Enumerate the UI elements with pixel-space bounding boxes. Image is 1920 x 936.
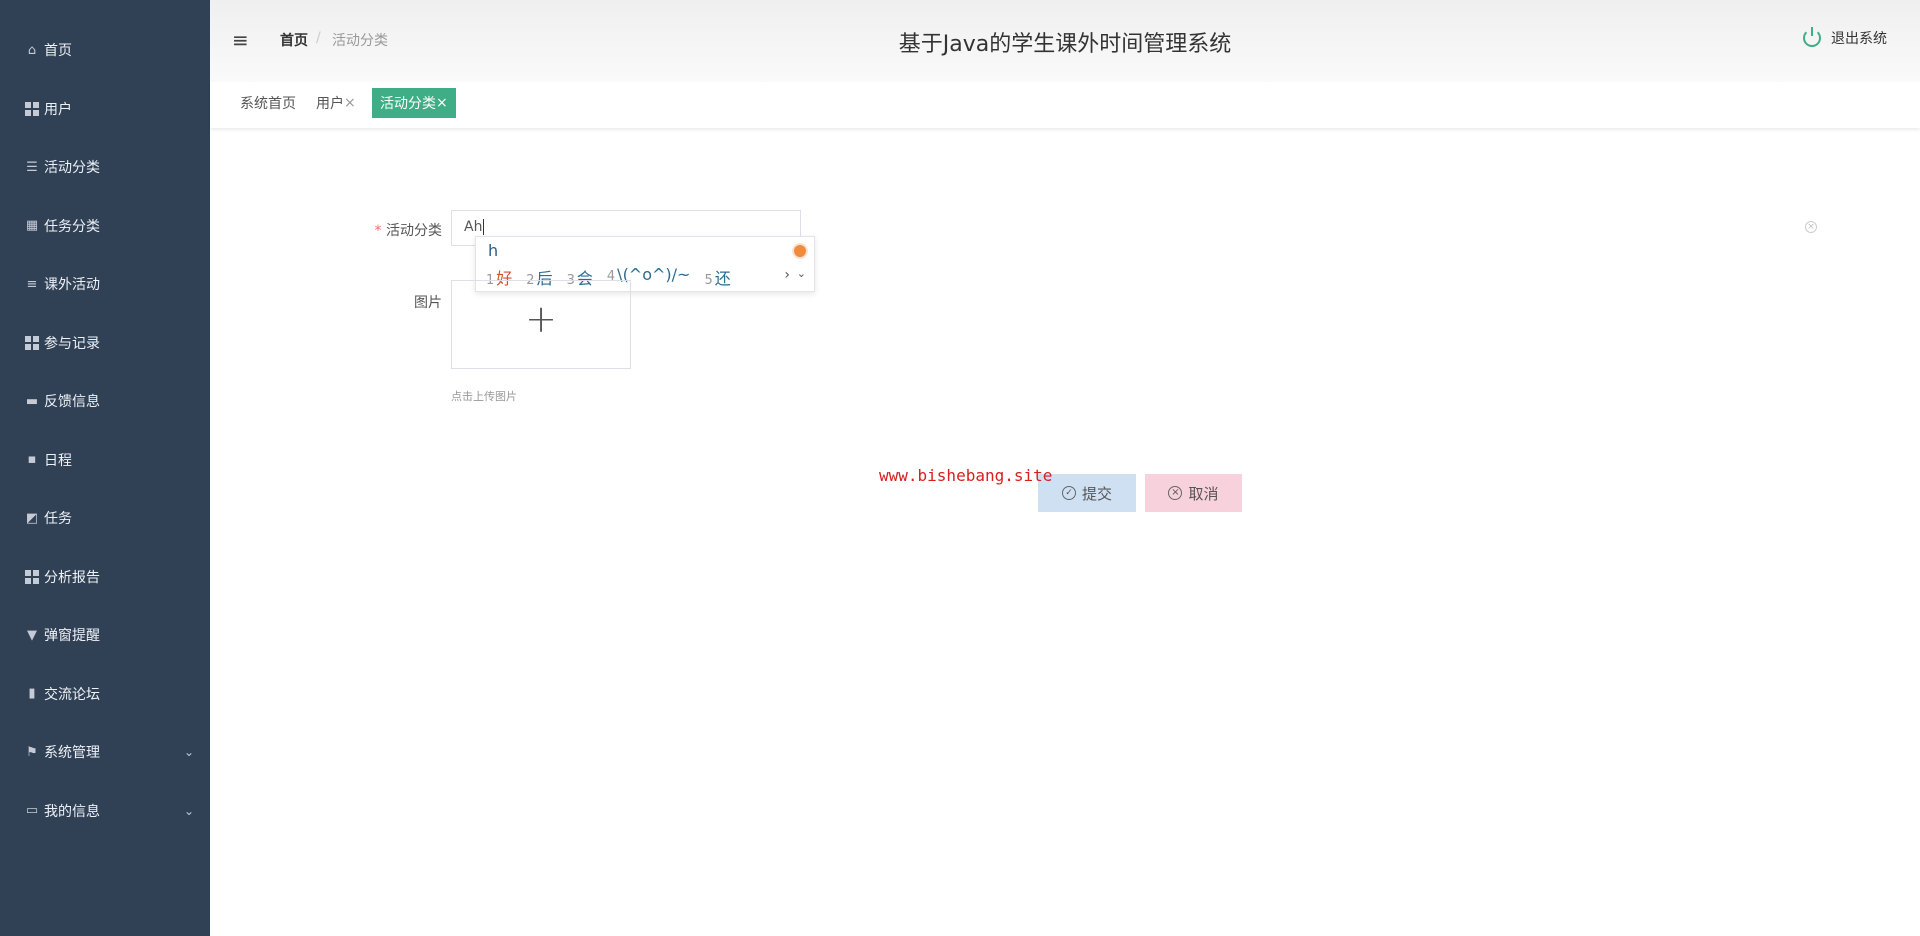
sidebar-item[interactable]: ▬ 反馈信息 [24, 386, 194, 416]
page-title: 基于Java的学生课外时间管理系统 [898, 32, 1232, 57]
sidebar-item-label: 用户 [44, 101, 72, 118]
sidebar-item[interactable]: 参与记录 [24, 328, 194, 358]
image-label: 图片 [414, 295, 442, 311]
chart-icon: ◩ [25, 510, 39, 526]
grid-icon [24, 569, 40, 585]
sidebar-item-label: 参与记录 [44, 335, 100, 352]
printer-icon: ▬ [25, 393, 39, 409]
sidebar-item-label: 弹窗提醒 [44, 628, 100, 644]
sidebar-item-label: 课外活动 [44, 277, 100, 293]
required-mark: * [374, 223, 382, 239]
bell-icon: ▼ [27, 627, 37, 643]
sidebar-item[interactable]: ⚑ 系统管理 ⌄ [24, 737, 194, 767]
ime-composition: h [488, 241, 499, 260]
sidebar-item[interactable]: ▮ 交流论坛 [24, 679, 194, 709]
upload-hint: 点击上传图片 [451, 390, 517, 403]
chevron-down-icon: ⌄ [183, 745, 194, 759]
tab-bar: 系统首页 用户 × 活动分类 × [210, 82, 1920, 128]
close-icon[interactable]: × [436, 95, 448, 111]
sidebar-item-label: 活动分类 [44, 160, 100, 176]
sidebar-item-label: 系统管理 [44, 745, 100, 761]
tab-label: 用户 [316, 96, 344, 112]
tab-system-home[interactable]: 系统首页 [232, 88, 304, 118]
cancel-button[interactable]: × 取消 [1145, 474, 1242, 512]
candidate-text: 还 [714, 269, 731, 288]
sidebar-item-label: 日程 [44, 452, 72, 469]
card-icon: ▭ [25, 803, 39, 818]
category-label: * 活动分类 [340, 220, 442, 240]
candidate-number: 5 [704, 273, 713, 288]
sidebar-item[interactable]: ☰ 活动分类 [24, 152, 194, 182]
power-icon [1803, 27, 1821, 47]
plus-icon: + [525, 296, 557, 341]
sidebar-item[interactable]: ◩ 任务 [24, 503, 194, 533]
chevron-down-icon: ⌄ [183, 803, 194, 818]
input-value: Ah [464, 219, 483, 235]
sidebar-item-label: 分析报告 [44, 569, 100, 586]
image-upload[interactable]: + [451, 280, 631, 369]
sidebar-item-label: 反馈信息 [44, 394, 100, 410]
grid-icon [24, 335, 40, 351]
tab-activity-category[interactable]: 活动分类 × [372, 88, 456, 118]
close-circle-icon: × [1168, 486, 1183, 500]
sidebar-item[interactable]: ▦ 任务分类 [24, 211, 194, 241]
sidebar: ⌂ 首页用户 ☰ 活动分类 ▦ 任务分类 ≡ 课外活动参与记录 ▬ 反馈信息 ▪ 日程 ◩ 任务分析报告 ▼… [0, 0, 210, 936]
ime-next-icon[interactable]: › [784, 267, 790, 283]
button-label: 取消 [1188, 484, 1219, 503]
flag-icon: ⚑ [26, 744, 38, 760]
sidebar-item[interactable]: 分析报告 [24, 562, 194, 592]
button-label: 提交 [1081, 484, 1112, 503]
ime-expand-icon[interactable]: ⌄ [797, 267, 806, 280]
sidebar-item-label: 任务分类 [44, 218, 100, 235]
ime-candidate[interactable]: 5还 [704, 265, 730, 289]
sidebar-item[interactable]: 用户 [24, 94, 194, 124]
sidebar-item-label: 任务 [44, 511, 72, 527]
table-icon: ▦ [25, 218, 39, 233]
tab-label: 活动分类 [380, 96, 436, 112]
header: ≡ 首页 / 活动分类 基于Java的学生课外时间管理系统 退出系统 [210, 0, 1920, 82]
tab-users[interactable]: 用户 × [308, 88, 364, 118]
sidebar-item[interactable]: ▼ 弹窗提醒 [24, 620, 194, 650]
sidebar-item[interactable]: ≡ 课外活动 [24, 269, 194, 299]
sidebar-item-label: 交流论坛 [44, 686, 100, 703]
submit-button[interactable]: ✓ 提交 [1038, 474, 1136, 512]
check-circle-icon: ✓ [1061, 486, 1076, 500]
sidebar-item[interactable]: ▭ 我的信息 ⌄ [24, 796, 194, 826]
close-icon[interactable]: × [344, 95, 356, 111]
home-icon: ⌂ [27, 42, 37, 58]
watermark: www.bishebang.site [879, 466, 1053, 485]
sidebar-item[interactable]: ⌂ 首页 [24, 35, 194, 65]
sliders-icon: ☰ [26, 159, 38, 175]
sidebar-item[interactable]: ▪ 日程 [24, 445, 194, 475]
clipboard-icon: ▮ [28, 686, 36, 701]
tab-label: 系统首页 [240, 96, 296, 112]
clear-icon[interactable]: × [1805, 221, 1817, 233]
logout-button[interactable]: 退出系统 [1803, 27, 1887, 48]
list-icon: ≡ [26, 276, 38, 292]
ime-logo-icon [792, 243, 808, 259]
sidebar-item-label: 我的信息 [44, 803, 100, 820]
label-text: 活动分类 [386, 223, 442, 239]
grid-icon [24, 101, 40, 117]
sidebar-item-label: 首页 [44, 43, 72, 59]
comment-icon: ▪ [27, 452, 37, 467]
